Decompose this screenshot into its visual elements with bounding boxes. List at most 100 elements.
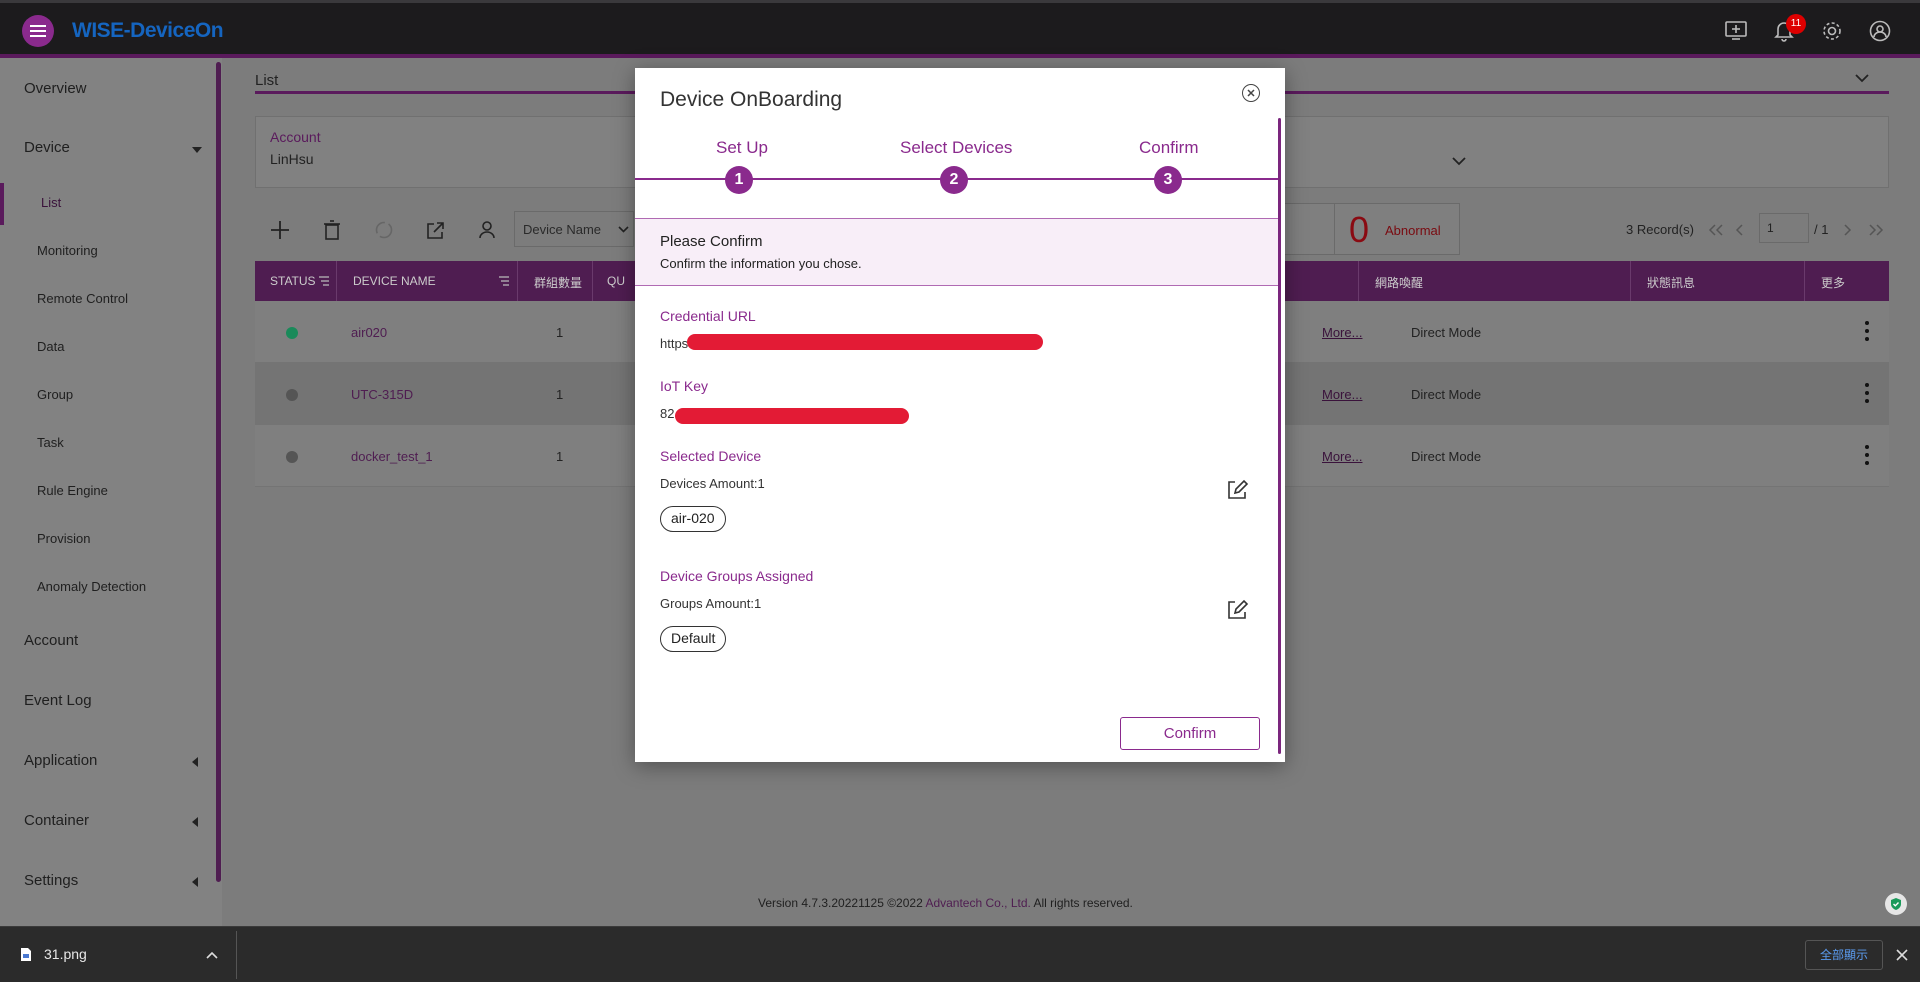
gear-icon[interactable] xyxy=(1819,18,1845,44)
hamburger-menu-button[interactable] xyxy=(22,15,54,47)
footer-company-link[interactable]: Advantech Co., Ltd. xyxy=(925,896,1030,910)
redaction-mark xyxy=(687,334,1043,350)
download-file-name: 31.png xyxy=(44,946,87,962)
dialog-title: Device OnBoarding xyxy=(660,88,843,111)
chevron-down-icon xyxy=(618,226,629,233)
notification-badge: 11 xyxy=(1786,14,1806,34)
sidebar-item-remote-control[interactable]: Remote Control xyxy=(37,291,128,306)
edit-icon[interactable] xyxy=(1226,599,1248,621)
banner-subtitle: Confirm the information you chose. xyxy=(660,256,862,271)
sidebar-item-monitoring[interactable]: Monitoring xyxy=(37,243,98,258)
column-header-device-name[interactable]: DEVICE NAME xyxy=(353,274,436,288)
refresh-icon[interactable] xyxy=(372,218,396,242)
sidebar-item-task[interactable]: Task xyxy=(37,435,64,450)
sidebar-scrollbar[interactable] xyxy=(216,62,221,882)
column-header-qu[interactable]: QU xyxy=(607,274,625,288)
first-page-icon[interactable] xyxy=(1708,224,1724,236)
selected-device-label: Selected Device xyxy=(660,448,762,464)
dialog-scrollbar[interactable] xyxy=(1278,118,1281,754)
sidebar-item-group[interactable]: Group xyxy=(37,387,73,402)
group-count: 1 xyxy=(556,449,564,464)
step-label-set-up[interactable]: Set Up xyxy=(716,138,768,158)
add-icon[interactable] xyxy=(268,218,292,242)
device-name-select[interactable]: Device Name xyxy=(514,211,634,247)
step-number-2[interactable]: 2 xyxy=(940,166,968,194)
more-link[interactable]: More... xyxy=(1322,325,1362,340)
close-button[interactable] xyxy=(1242,84,1260,102)
status-offline-icon xyxy=(286,451,298,463)
top-bar: WISE-DeviceOn 11 xyxy=(0,0,1920,58)
step-number-1[interactable]: 1 xyxy=(725,166,753,194)
column-header-status[interactable]: STATUS xyxy=(270,274,316,288)
more-link[interactable]: More... xyxy=(1322,449,1362,464)
group-chip: Default xyxy=(660,626,727,652)
device-name-link[interactable]: UTC-315D xyxy=(351,387,413,402)
group-count: 1 xyxy=(556,325,564,340)
column-header-wake-on-lan[interactable]: 網路喚醒 xyxy=(1375,274,1423,291)
page-number-input[interactable]: 1 xyxy=(1759,213,1809,243)
abnormal-count: 0 xyxy=(1349,209,1370,250)
sort-icon[interactable] xyxy=(318,275,330,287)
confirm-button[interactable]: Confirm xyxy=(1120,717,1260,750)
sidebar-item-event-log[interactable]: Event Log xyxy=(24,692,92,709)
column-separator xyxy=(517,261,518,301)
column-separator xyxy=(1804,261,1805,301)
sidebar-item-overview[interactable]: Overview xyxy=(24,80,87,97)
row-menu-icon[interactable] xyxy=(1864,445,1870,465)
last-page-icon[interactable] xyxy=(1868,224,1884,236)
chevron-left-icon xyxy=(192,757,198,767)
column-header-more[interactable]: 更多 xyxy=(1821,274,1845,291)
trash-icon[interactable] xyxy=(320,218,344,242)
redaction-mark xyxy=(675,408,909,424)
chevron-up-icon[interactable] xyxy=(206,951,218,959)
more-link[interactable]: More... xyxy=(1322,387,1362,402)
app-logo: WISE-DeviceOn xyxy=(72,19,224,42)
download-item[interactable]: 31.png xyxy=(20,946,87,962)
abnormal-filter-box[interactable]: 0 Abnormal xyxy=(1334,203,1460,255)
column-separator xyxy=(336,261,337,301)
iot-key-label: IoT Key xyxy=(660,378,708,394)
edit-icon[interactable] xyxy=(1226,479,1248,501)
column-header-group-count[interactable]: 群組數量 xyxy=(534,274,582,291)
sort-icon[interactable] xyxy=(498,275,510,287)
sidebar-item-container[interactable]: Container xyxy=(24,812,89,829)
chevron-down-icon[interactable] xyxy=(1452,157,1466,166)
sidebar-item-provision[interactable]: Provision xyxy=(37,531,90,546)
user-profile-icon[interactable] xyxy=(1867,18,1893,44)
sidebar-item-data[interactable]: Data xyxy=(37,339,64,354)
shield-check-icon[interactable] xyxy=(1885,893,1907,915)
close-icon[interactable] xyxy=(1896,949,1908,961)
export-icon[interactable] xyxy=(424,218,448,242)
sidebar-item-list[interactable]: List xyxy=(41,195,61,210)
credential-url-label: Credential URL xyxy=(660,308,756,324)
row-menu-icon[interactable] xyxy=(1864,383,1870,403)
footer-rights: All rights reserved. xyxy=(1033,896,1133,910)
sidebar-item-device[interactable]: Device xyxy=(24,139,70,156)
device-name-link[interactable]: docker_test_1 xyxy=(351,449,433,464)
status-offline-icon xyxy=(286,389,298,401)
footer-version: Version 4.7.3.20221125 ©2022 xyxy=(758,896,923,910)
column-header-status-message[interactable]: 狀態訊息 xyxy=(1647,274,1695,291)
show-all-button[interactable]: 全部顯示 xyxy=(1805,940,1883,970)
column-separator xyxy=(1358,261,1359,301)
sidebar-item-account[interactable]: Account xyxy=(24,632,78,649)
chevron-down-icon[interactable] xyxy=(1855,74,1869,83)
close-icon xyxy=(1247,89,1255,97)
account-value[interactable]: LinHsu xyxy=(270,151,314,167)
sidebar-item-settings[interactable]: Settings xyxy=(24,872,78,889)
add-monitor-icon[interactable] xyxy=(1723,18,1749,44)
network-mode: Direct Mode xyxy=(1411,325,1482,340)
network-mode: Direct Mode xyxy=(1411,449,1482,464)
step-number-3[interactable]: 3 xyxy=(1154,166,1182,194)
prev-page-icon[interactable] xyxy=(1735,224,1745,236)
sidebar-item-application[interactable]: Application xyxy=(24,752,97,769)
device-name-link[interactable]: air020 xyxy=(351,325,387,340)
user-assign-icon[interactable] xyxy=(476,218,500,242)
footer: Version 4.7.3.20221125 ©2022 Advantech C… xyxy=(758,896,1133,910)
step-label-select-devices[interactable]: Select Devices xyxy=(900,138,1012,158)
step-label-confirm[interactable]: Confirm xyxy=(1139,138,1199,158)
sidebar-item-rule-engine[interactable]: Rule Engine xyxy=(37,483,108,498)
row-menu-icon[interactable] xyxy=(1864,321,1870,341)
sidebar-item-anomaly-detection[interactable]: Anomaly Detection xyxy=(37,579,146,594)
next-page-icon[interactable] xyxy=(1842,224,1852,236)
